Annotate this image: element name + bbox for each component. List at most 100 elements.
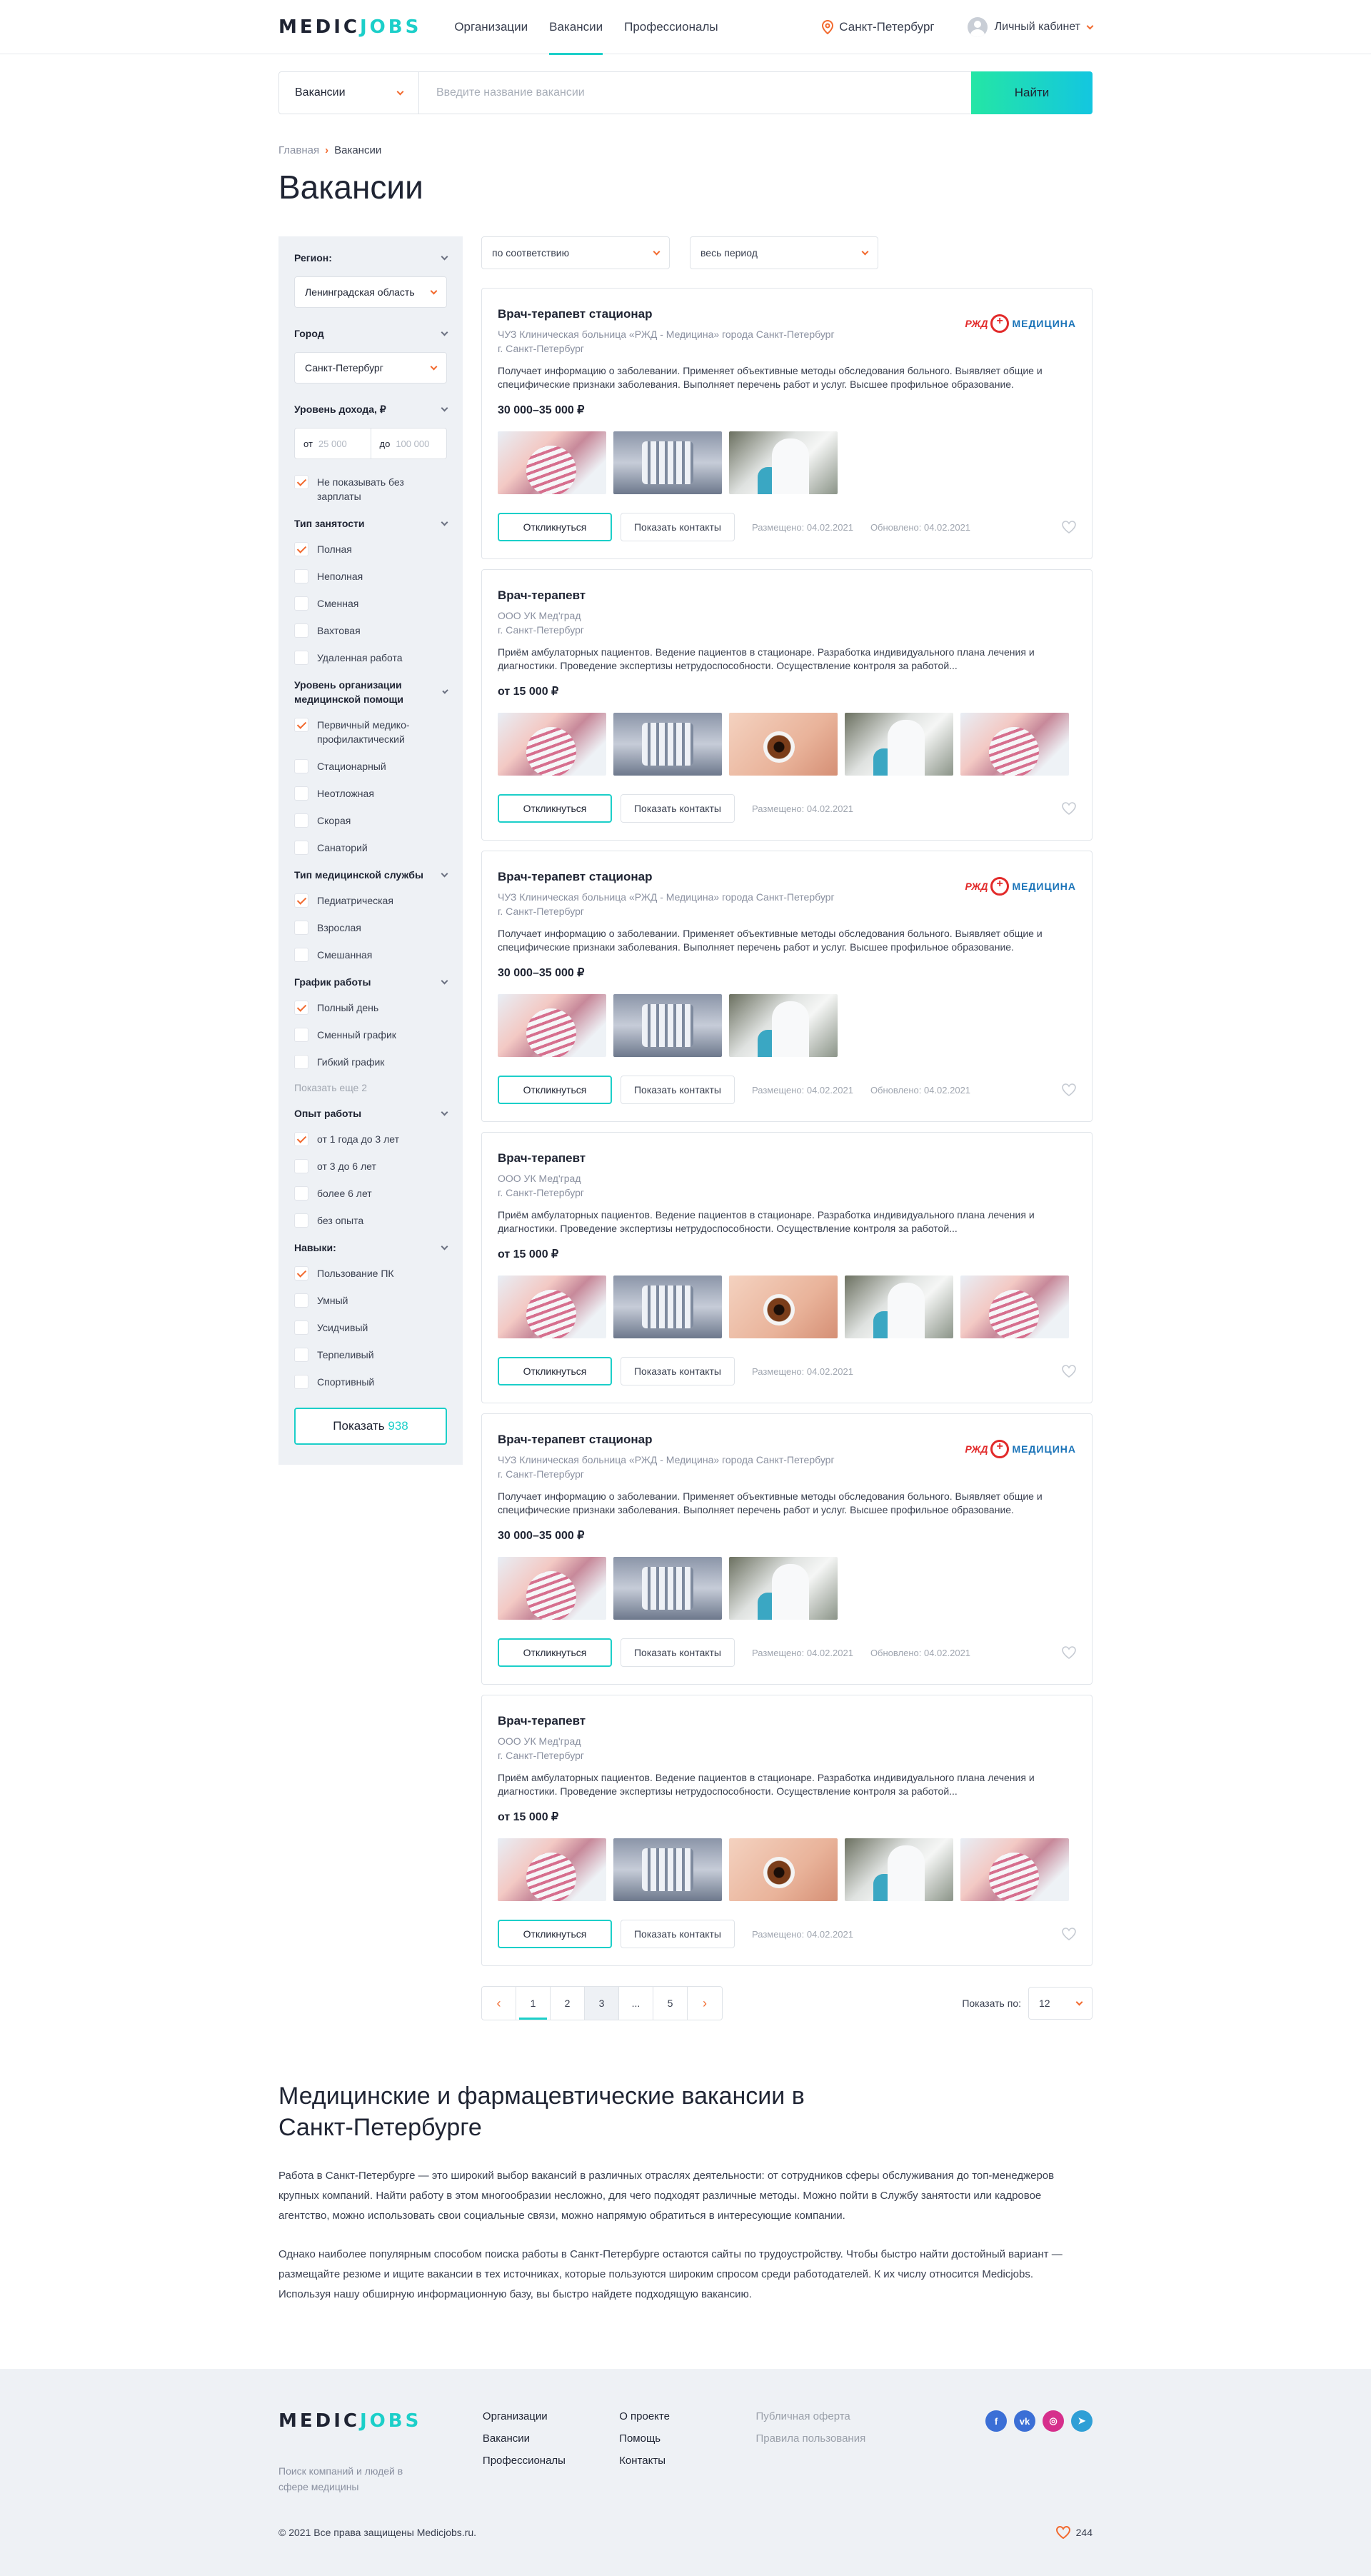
show-contacts-button[interactable]: Показать контакты <box>621 1920 735 1948</box>
apply-button[interactable]: Откликнуться <box>498 1638 612 1667</box>
favorite-heart-icon[interactable] <box>1062 1365 1076 1378</box>
show-more-link[interactable]: Показать еще 2 <box>294 1082 447 1093</box>
checkbox-employment[interactable]: Удаленная работа <box>294 651 447 665</box>
search-category-select[interactable]: Вакансии <box>279 72 419 114</box>
footer-link[interactable]: Помощь <box>619 2432 755 2445</box>
checkbox-schedule[interactable]: Полный день <box>294 1001 447 1015</box>
vacancy-photo[interactable] <box>845 1838 953 1901</box>
footer-link[interactable]: Вакансии <box>483 2432 619 2445</box>
vk-icon[interactable]: vk <box>1014 2410 1035 2432</box>
account-menu[interactable]: Личный кабинет <box>967 17 1094 37</box>
checkbox-experience[interactable]: более 6 лет <box>294 1186 447 1201</box>
footer-link[interactable]: Контакты <box>619 2455 755 2467</box>
vacancy-photo[interactable] <box>845 713 953 776</box>
favorite-heart-icon[interactable] <box>1062 521 1076 533</box>
checkbox-skill[interactable]: Спортивный <box>294 1375 447 1389</box>
checkbox-schedule[interactable]: Гибкий график <box>294 1055 447 1069</box>
vacancy-photo[interactable] <box>729 1276 838 1338</box>
checkbox-experience[interactable]: от 3 до 6 лет <box>294 1159 447 1173</box>
search-input[interactable] <box>419 72 971 114</box>
apply-button[interactable]: Откликнуться <box>498 1357 612 1385</box>
page-button[interactable]: 5 <box>653 1987 688 2020</box>
income-from-field[interactable]: от 25 000 <box>295 429 371 458</box>
facebook-icon[interactable]: f <box>985 2410 1007 2432</box>
company-logo[interactable]: РЖДМЕДИЦИНА <box>965 877 1076 896</box>
nav-organizations[interactable]: Организации <box>454 0 528 54</box>
checkbox-no-salary[interactable]: Не показывать без зарплаты <box>294 475 447 503</box>
region-select[interactable]: Ленинградская область <box>294 276 447 308</box>
search-button[interactable]: Найти <box>971 71 1093 114</box>
telegram-icon[interactable]: ➤ <box>1071 2410 1093 2432</box>
show-contacts-button[interactable]: Показать контакты <box>621 1638 735 1667</box>
checkbox-employment[interactable]: Неполная <box>294 569 447 583</box>
vacancy-title[interactable]: Врач-терапевт <box>498 588 1076 603</box>
checkbox-skill[interactable]: Усидчивый <box>294 1320 447 1335</box>
apply-button[interactable]: Откликнуться <box>498 794 612 823</box>
vacancy-photo[interactable] <box>613 1276 722 1338</box>
checkbox-org-level[interactable]: Неотложная <box>294 786 447 801</box>
vacancy-photo[interactable] <box>729 1557 838 1620</box>
footer-logo[interactable]: MEDICJOBS <box>278 2410 483 2432</box>
checkbox-experience[interactable]: от 1 года до 3 лет <box>294 1132 447 1146</box>
page-button[interactable]: 1 <box>516 1987 551 2020</box>
filter-skills-header[interactable]: Навыки: <box>294 1241 448 1255</box>
page-button[interactable]: 2 <box>551 1987 585 2020</box>
instagram-icon[interactable]: ◎ <box>1043 2410 1064 2432</box>
filter-region-header[interactable]: Регион: <box>294 251 448 265</box>
favorite-heart-icon[interactable] <box>1062 1928 1076 1940</box>
sort-order-select[interactable]: по соответствию <box>481 236 670 269</box>
filter-employment-header[interactable]: Тип занятости <box>294 516 448 531</box>
vacancy-org[interactable]: ООО УК Мед'град <box>498 1173 1076 1184</box>
page-button[interactable]: 3 <box>585 1987 619 2020</box>
show-contacts-button[interactable]: Показать контакты <box>621 1357 735 1385</box>
vacancy-photo[interactable] <box>498 1838 606 1901</box>
per-page-select[interactable]: 12 <box>1028 1987 1093 2020</box>
nav-vacancies[interactable]: Вакансии <box>549 0 603 55</box>
checkbox-org-level[interactable]: Стационарный <box>294 759 447 773</box>
checkbox-org-level[interactable]: Санаторий <box>294 841 447 855</box>
filter-city-header[interactable]: Город <box>294 326 448 341</box>
breadcrumb-home[interactable]: Главная <box>278 144 319 156</box>
vacancy-photo[interactable] <box>729 1838 838 1901</box>
likes-counter[interactable]: 244 <box>1055 2526 1093 2539</box>
next-page-button[interactable]: › <box>688 1987 722 2020</box>
footer-link[interactable]: Публичная оферта <box>755 2410 978 2422</box>
vacancy-photo[interactable] <box>613 1838 722 1901</box>
show-contacts-button[interactable]: Показать контакты <box>621 794 735 823</box>
vacancy-photo[interactable] <box>729 431 838 494</box>
checkbox-service[interactable]: Взрослая <box>294 921 447 935</box>
checkbox-skill[interactable]: Умный <box>294 1293 447 1308</box>
vacancy-card[interactable]: Врач-терапевт стационар ЧУЗ Клиническая … <box>481 851 1093 1122</box>
apply-button[interactable]: Откликнуться <box>498 513 612 541</box>
vacancy-photo[interactable] <box>498 994 606 1057</box>
vacancy-title[interactable]: Врач-терапевт <box>498 1151 1076 1166</box>
vacancy-photo[interactable] <box>613 431 722 494</box>
show-contacts-button[interactable]: Показать контакты <box>621 1076 735 1104</box>
income-to-field[interactable]: до 100 000 <box>371 429 447 458</box>
checkbox-employment[interactable]: Вахтовая <box>294 623 447 638</box>
vacancy-photo[interactable] <box>729 713 838 776</box>
checkbox-employment[interactable]: Полная <box>294 542 447 556</box>
sort-period-select[interactable]: весь период <box>690 236 878 269</box>
footer-link[interactable]: Правила пользования <box>755 2432 978 2445</box>
checkbox-service[interactable]: Смешанная <box>294 948 447 962</box>
apply-button[interactable]: Откликнуться <box>498 1076 612 1104</box>
vacancy-card[interactable]: Врач-терапевт ООО УК Мед'град г. Санкт-П… <box>481 1695 1093 1966</box>
logo[interactable]: MEDICJOBS <box>278 16 421 38</box>
vacancy-photo[interactable] <box>960 1276 1069 1338</box>
vacancy-org[interactable]: ООО УК Мед'град <box>498 610 1076 621</box>
vacancy-photo[interactable] <box>498 713 606 776</box>
checkbox-schedule[interactable]: Сменный график <box>294 1028 447 1042</box>
filter-org-level-header[interactable]: Уровень организации медицинской помощи <box>294 678 448 706</box>
vacancy-card[interactable]: Врач-терапевт ООО УК Мед'град г. Санкт-П… <box>481 569 1093 841</box>
vacancy-photo[interactable] <box>729 994 838 1057</box>
favorite-heart-icon[interactable] <box>1062 802 1076 815</box>
city-selector[interactable]: Санкт-Петербург <box>822 20 935 34</box>
footer-link[interactable]: Профессионалы <box>483 2455 619 2467</box>
favorite-heart-icon[interactable] <box>1062 1083 1076 1096</box>
vacancy-card[interactable]: Врач-терапевт стационар ЧУЗ Клиническая … <box>481 288 1093 559</box>
filter-schedule-header[interactable]: График работы <box>294 975 448 989</box>
footer-link[interactable]: О проекте <box>619 2410 755 2422</box>
vacancy-photo[interactable] <box>960 713 1069 776</box>
checkbox-org-level[interactable]: Скорая <box>294 813 447 828</box>
